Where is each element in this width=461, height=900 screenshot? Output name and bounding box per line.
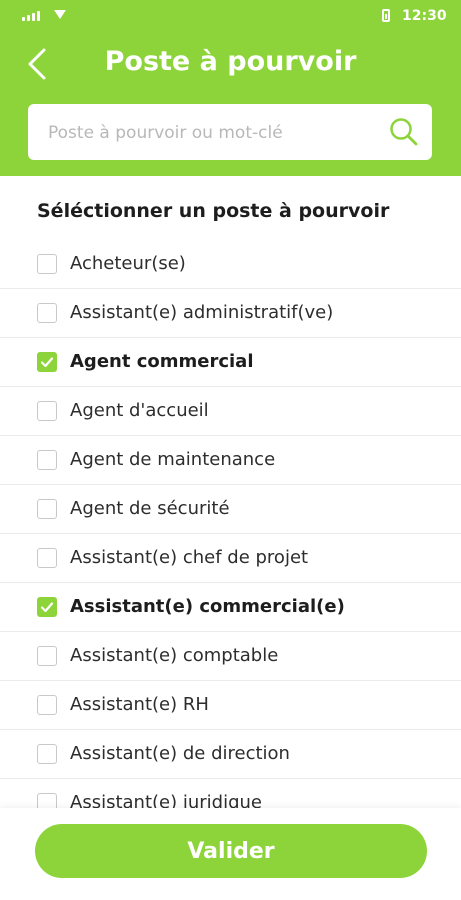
list-item-label: Assistant(e) comptable bbox=[70, 645, 279, 666]
search-input[interactable] bbox=[46, 104, 380, 162]
footer-bar: Valider bbox=[0, 808, 461, 900]
checkbox[interactable] bbox=[37, 254, 57, 274]
checkbox[interactable] bbox=[37, 548, 57, 568]
list-item-label: Assistant(e) administratif(ve) bbox=[70, 302, 334, 323]
list-item-label: Agent d'accueil bbox=[70, 400, 209, 421]
list-item[interactable]: Assistant(e) chef de projet bbox=[0, 534, 461, 583]
list-item-label: Assistant(e) de direction bbox=[70, 743, 290, 764]
list-item[interactable]: Agent de sécurité bbox=[0, 485, 461, 534]
page-title: Poste à pourvoir bbox=[104, 46, 357, 77]
list-item[interactable]: Agent d'accueil bbox=[0, 387, 461, 436]
check-icon bbox=[40, 602, 54, 613]
checkbox[interactable] bbox=[37, 695, 57, 715]
checkbox[interactable] bbox=[37, 401, 57, 421]
list-item-label: Assistant(e) RH bbox=[70, 694, 209, 715]
list-item-label: Assistant(e) chef de projet bbox=[70, 547, 309, 568]
section-title: Séléctionner un poste à pourvoir bbox=[37, 200, 390, 222]
list-item[interactable]: Assistant(e) comptable bbox=[0, 632, 461, 681]
status-bar: 12:30 bbox=[0, 0, 461, 30]
wifi-icon bbox=[54, 10, 66, 19]
checkbox[interactable] bbox=[37, 352, 57, 372]
search-button[interactable] bbox=[388, 116, 420, 148]
check-icon bbox=[40, 357, 54, 368]
checkbox[interactable] bbox=[37, 744, 57, 764]
list-item[interactable]: Agent de maintenance bbox=[0, 436, 461, 485]
list-item-label: Agent de sécurité bbox=[70, 498, 230, 519]
checkbox[interactable] bbox=[37, 597, 57, 617]
list-item[interactable]: Assistant(e) commercial(e) bbox=[0, 583, 461, 632]
list-item[interactable]: Assistant(e) RH bbox=[0, 681, 461, 730]
signal-icon bbox=[22, 10, 44, 21]
list-item[interactable]: Acheteur(se) bbox=[0, 240, 461, 289]
job-list: Acheteur(se) Assistant(e) administratif(v… bbox=[0, 240, 461, 828]
battery-icon bbox=[382, 9, 390, 22]
checkbox[interactable] bbox=[37, 646, 57, 666]
validate-button[interactable]: Valider bbox=[35, 824, 427, 878]
list-item[interactable]: Assistant(e) administratif(ve) bbox=[0, 289, 461, 338]
search-bar bbox=[28, 104, 432, 162]
status-time: 12:30 bbox=[402, 8, 447, 24]
search-icon bbox=[390, 118, 418, 146]
list-item[interactable]: Agent commercial bbox=[0, 338, 461, 387]
checkbox[interactable] bbox=[37, 499, 57, 519]
app-header: 12:30 Poste à pourvoir bbox=[0, 0, 461, 176]
list-item-label: Agent commercial bbox=[70, 351, 254, 372]
list-item-label: Acheteur(se) bbox=[70, 253, 186, 274]
list-item-label: Assistant(e) commercial(e) bbox=[70, 596, 345, 617]
checkbox[interactable] bbox=[37, 450, 57, 470]
list-item-label: Agent de maintenance bbox=[70, 449, 276, 470]
checkbox[interactable] bbox=[37, 303, 57, 323]
list-item[interactable]: Assistant(e) de direction bbox=[0, 730, 461, 779]
